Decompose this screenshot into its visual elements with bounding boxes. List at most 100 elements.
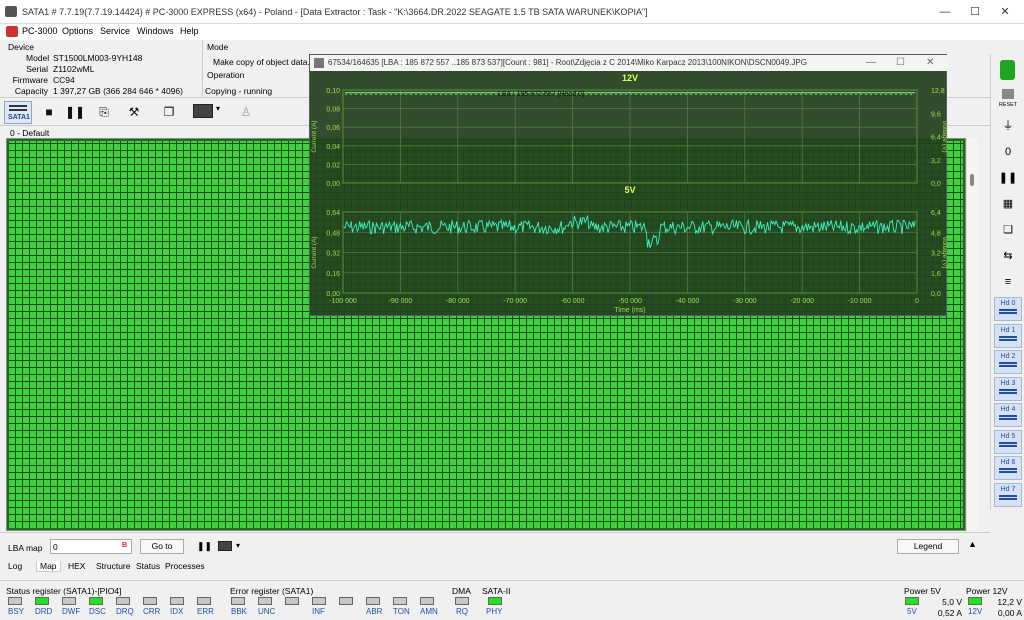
heads-map-icon[interactable]: ≡ [994, 270, 1022, 294]
capacity-label: Capacity [14, 86, 48, 96]
head-button[interactable]: Hd 2 [994, 350, 1022, 374]
title-bar: SATA1 # 7.7.19(7.7.19.14424) # PC-3000 E… [0, 0, 1024, 24]
status-register-led-label: DRD [35, 607, 53, 616]
power12-current: 0,00 A [997, 608, 1022, 618]
tab-hex[interactable]: HEX [68, 561, 85, 571]
status-register-led [62, 597, 76, 605]
chart-x-tick: -20 000 [790, 298, 814, 305]
status-register-title: Status register (SATA1)-[PIO4] [6, 586, 122, 596]
error-register-led [231, 597, 245, 605]
sata-phy-label: PHY [486, 607, 503, 616]
close-button[interactable]: ✕ [990, 4, 1020, 20]
tab-log[interactable]: Log [8, 561, 22, 571]
chevron-up-icon[interactable]: ▲ [968, 539, 977, 549]
chart-5v-y2-tick: 4,8 [931, 230, 941, 237]
firmware-label: Firmware [12, 75, 48, 85]
hex-dec-icon[interactable]: B [122, 542, 127, 549]
head-button-label: Hd 7 [1000, 485, 1016, 493]
export-button[interactable]: ⎘ [92, 101, 116, 124]
plug-icon[interactable]: ⏚ [994, 114, 1022, 138]
head-button[interactable]: Hd 1 [994, 323, 1022, 348]
app-icon [5, 6, 17, 17]
sata1-button[interactable]: SATA1 [4, 101, 32, 124]
status-register-led-label: DWF [62, 607, 81, 616]
model-label: Model [26, 53, 50, 63]
sidebar-pause-button[interactable]: ❚❚ [994, 166, 1022, 190]
error-register-led-label: TON [393, 607, 410, 616]
head-icon [999, 468, 1017, 473]
popup-maximize-button[interactable]: ☐ [896, 57, 905, 68]
dma-rq-label: RQ [456, 607, 468, 616]
head-icon [999, 388, 1017, 394]
tools-button[interactable]: ⚒ [122, 101, 146, 124]
tab-status[interactable]: Status [136, 561, 160, 571]
goto-button[interactable]: Go to [140, 539, 184, 554]
chevron-down-icon[interactable]: ▾ [216, 104, 220, 113]
chart-x-tick: -40 000 [676, 298, 700, 305]
menu-pc3000[interactable]: PC-3000 [22, 26, 58, 36]
power5-title: Power 5V [904, 586, 941, 596]
head-button-label: Hd 6 [1000, 459, 1016, 466]
chart-5v-y-tick: 0,64 [326, 210, 340, 217]
head-button[interactable]: Hd 0 [994, 297, 1022, 321]
power12-led-label: 12V [968, 607, 983, 616]
menu-help[interactable]: Help [180, 26, 199, 36]
status-register-led [8, 597, 22, 605]
chart-5v-y-tick: 0,16 [326, 271, 340, 278]
operation-header: Operation [207, 70, 245, 80]
drive-power-icon[interactable] [994, 58, 1022, 82]
error-register-led [312, 597, 326, 605]
head-button[interactable]: Hd 3 [994, 376, 1022, 401]
chart-x-tick: -90 000 [389, 298, 413, 305]
chart-12v-y2-tick: 9,6 [931, 111, 941, 118]
map-view-icon[interactable] [193, 104, 213, 118]
lba-input[interactable] [50, 539, 132, 554]
map-pause-button[interactable]: ❚❚ [197, 541, 212, 552]
chart-5v-title: 5V [624, 185, 635, 195]
head-icon [999, 362, 1017, 367]
tab-map[interactable]: Map [36, 561, 61, 572]
menu-windows[interactable]: Windows [137, 26, 174, 36]
popup-minimize-button[interactable]: — [866, 57, 876, 68]
firmware-value: CC94 [53, 75, 75, 85]
map-mode-icon[interactable] [218, 541, 232, 551]
chip-icon[interactable]: ▦ [994, 192, 1022, 216]
tab-processes[interactable]: Processes [165, 561, 205, 571]
map-scrollbar[interactable] [966, 138, 978, 531]
head-icon [999, 441, 1017, 447]
menu-options[interactable]: Options [62, 26, 93, 36]
pause-button[interactable]: ❚❚ [63, 101, 87, 124]
reset-button[interactable]: RESET [994, 86, 1022, 110]
error-register-led-label: ABR [366, 607, 383, 616]
right-sidebar: RESET ⏚ 0 ❚❚ ▦ ❏ ⇆ ≡ Hd 0 Hd 1 Hd 2 Hd 3 Hd … [990, 54, 1024, 510]
map-header: 0 - Default [10, 128, 50, 138]
legend-button[interactable]: Legend [897, 539, 959, 554]
head-button[interactable]: Hd 5 [994, 429, 1022, 454]
tab-structure[interactable]: Structure [96, 561, 131, 571]
chart-x-tick: -80 000 [446, 298, 470, 305]
power-monitor-window[interactable]: 67534/164635 [LBA : 185 872 557 ..185 87… [309, 54, 948, 316]
chart-12v-y-tick: 0,10 [326, 88, 340, 95]
transfer-icon[interactable]: ⇆ [994, 244, 1022, 268]
head-button[interactable]: Hd 7 [994, 482, 1022, 507]
head-button[interactable]: Hd 6 [994, 456, 1022, 480]
minimize-button[interactable]: — [930, 4, 960, 20]
head-button[interactable]: Hd 4 [994, 403, 1022, 427]
stop-button[interactable]: ■ [37, 101, 61, 124]
copy-button[interactable]: ❐ [157, 101, 181, 124]
register-status-panel: Status register (SATA1)-[PIO4] Error reg… [0, 580, 1024, 620]
status-register-led [143, 597, 157, 605]
error-register-led [285, 597, 299, 605]
scrollbar-thumb[interactable] [970, 174, 974, 186]
menu-service[interactable]: Service [100, 26, 130, 36]
popup-close-button[interactable]: ✕ [926, 57, 934, 68]
power-monitor-title: 67534/164635 [LBA : 185 872 557 ..185 87… [310, 55, 948, 71]
copy-sectors-icon[interactable]: ❏ [994, 218, 1022, 242]
maximize-button[interactable]: ☐ [960, 4, 990, 20]
zero-speed-icon[interactable]: 0 [994, 140, 1022, 164]
operation-status: Copying - running [205, 86, 273, 96]
chevron-down-icon[interactable]: ▾ [236, 541, 240, 550]
chart-5v-ylabel: Current (A) [311, 236, 318, 268]
walk-icon[interactable]: ♙ [234, 101, 258, 124]
power5-current: 0,52 A [937, 608, 962, 618]
